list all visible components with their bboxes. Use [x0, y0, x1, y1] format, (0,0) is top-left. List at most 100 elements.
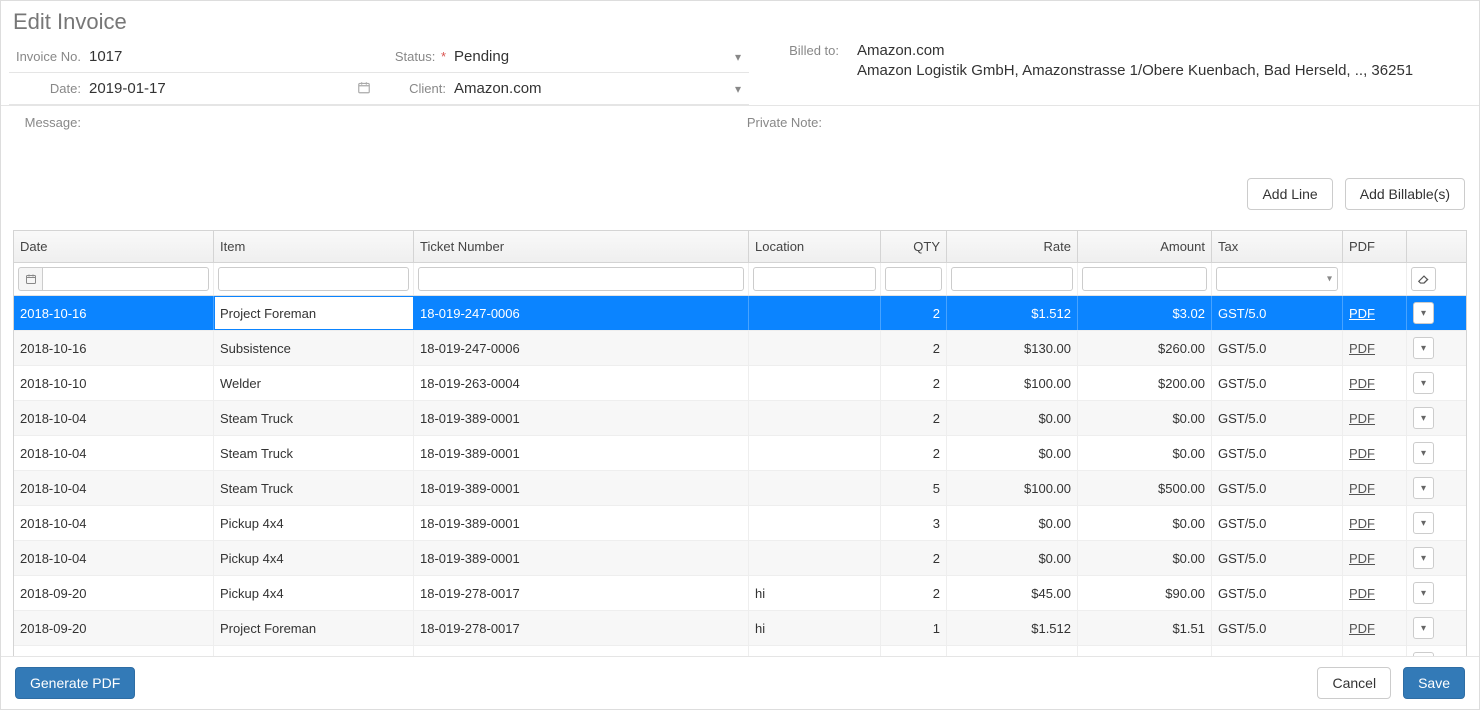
- cell-item: Subsistence: [214, 331, 414, 365]
- private-note-field[interactable]: [830, 112, 1471, 132]
- grid-row[interactable]: 2018-09-20Project Foreman18-019-278-0017…: [14, 611, 1466, 646]
- grid-row[interactable]: 2018-10-16Project Foreman18-019-247-0006…: [14, 296, 1466, 331]
- cell-ticket: 18-019-389-0001: [414, 401, 749, 435]
- filter-amount-input[interactable]: [1082, 267, 1207, 291]
- pdf-link[interactable]: PDF: [1349, 341, 1375, 356]
- cell-date: 2018-09-20: [14, 646, 214, 656]
- save-button[interactable]: Save: [1403, 667, 1465, 699]
- cell-pdf: PDF: [1343, 506, 1407, 540]
- filter-tax-select[interactable]: [1216, 267, 1338, 291]
- cell-qty: 3: [881, 506, 947, 540]
- filter-ticket-input[interactable]: [418, 267, 744, 291]
- cell-tax: GST/5.0: [1212, 471, 1343, 505]
- chevron-down-icon[interactable]: ▾: [735, 82, 741, 96]
- col-item[interactable]: Item: [214, 231, 414, 262]
- col-date[interactable]: Date: [14, 231, 214, 262]
- cell-location: [749, 331, 881, 365]
- cell-menu: ▾: [1407, 506, 1440, 540]
- cell-amount: $0.00: [1078, 506, 1212, 540]
- cell-amount: $90.00: [1078, 576, 1212, 610]
- billed-to-label: Billed to:: [769, 41, 839, 82]
- filter-rate-input[interactable]: [951, 267, 1073, 291]
- cell-location: [749, 366, 881, 400]
- pdf-link[interactable]: PDF: [1349, 376, 1375, 391]
- grid-row[interactable]: 2018-09-20Pickup 4x418-019-278-0017hi2$4…: [14, 576, 1466, 611]
- filter-qty-input[interactable]: [885, 267, 942, 291]
- col-tax[interactable]: Tax: [1212, 231, 1343, 262]
- cell-qty: 1: [881, 611, 947, 645]
- row-menu-button[interactable]: ▾: [1413, 617, 1434, 639]
- col-pdf[interactable]: PDF: [1343, 231, 1407, 262]
- grid-row[interactable]: 2018-10-04Pickup 4x418-019-389-00013$0.0…: [14, 506, 1466, 541]
- calendar-icon[interactable]: [357, 80, 371, 97]
- client-select[interactable]: [454, 76, 749, 101]
- cell-pdf: PDF: [1343, 366, 1407, 400]
- row-menu-button[interactable]: ▾: [1413, 512, 1434, 534]
- cell-amount: $0.00: [1078, 401, 1212, 435]
- cell-location: hi: [749, 611, 881, 645]
- add-billables-button[interactable]: Add Billable(s): [1345, 178, 1465, 210]
- cell-location: [749, 541, 881, 575]
- row-menu-button[interactable]: ▾: [1413, 372, 1434, 394]
- row-menu-button[interactable]: ▾: [1413, 547, 1434, 569]
- clear-filters-button[interactable]: [1411, 267, 1436, 291]
- row-menu-button[interactable]: ▾: [1413, 582, 1434, 604]
- row-menu-button[interactable]: ▾: [1413, 302, 1434, 324]
- row-menu-button[interactable]: ▾: [1413, 477, 1434, 499]
- cell-pdf: PDF: [1343, 331, 1407, 365]
- cell-menu: ▾: [1407, 436, 1440, 470]
- col-ticket[interactable]: Ticket Number: [414, 231, 749, 262]
- cell-pdf: PDF: [1343, 541, 1407, 575]
- col-location[interactable]: Location: [749, 231, 881, 262]
- message-field[interactable]: [89, 112, 740, 132]
- cell-rate: $0.00: [947, 506, 1078, 540]
- pdf-link[interactable]: PDF: [1349, 481, 1375, 496]
- chevron-down-icon[interactable]: ▾: [735, 50, 741, 64]
- pdf-link[interactable]: PDF: [1349, 411, 1375, 426]
- cell-tax: GST/5.0: [1212, 576, 1343, 610]
- cell-date: 2018-10-10: [14, 366, 214, 400]
- row-menu-button[interactable]: ▾: [1413, 442, 1434, 464]
- grid-row[interactable]: 2018-10-04Pickup 4x418-019-389-00012$0.0…: [14, 541, 1466, 576]
- filter-date-input[interactable]: [42, 267, 209, 291]
- col-qty[interactable]: QTY: [881, 231, 947, 262]
- grid-row[interactable]: 2018-10-10Welder18-019-263-00042$100.00$…: [14, 366, 1466, 401]
- pdf-link[interactable]: PDF: [1349, 446, 1375, 461]
- grid-row[interactable]: 2018-10-04Steam Truck18-019-389-00012$0.…: [14, 436, 1466, 471]
- cell-item: Project Foreman: [214, 611, 414, 645]
- row-menu-button[interactable]: ▾: [1413, 337, 1434, 359]
- generate-pdf-button[interactable]: Generate PDF: [15, 667, 135, 699]
- col-rate[interactable]: Rate: [947, 231, 1078, 262]
- filter-item-input[interactable]: [218, 267, 409, 291]
- cell-item: Subsistence: [214, 646, 414, 656]
- calendar-icon[interactable]: [18, 267, 42, 291]
- cell-item: Project Foreman: [214, 296, 414, 330]
- cell-location: hi: [749, 576, 881, 610]
- grid-row[interactable]: 2018-10-04Steam Truck18-019-389-00012$0.…: [14, 401, 1466, 436]
- grid-row[interactable]: 2018-09-20Subsistence18-019-278-0017hi1$…: [14, 646, 1466, 656]
- cell-rate: $0.00: [947, 436, 1078, 470]
- status-select[interactable]: [454, 44, 749, 69]
- pdf-link[interactable]: PDF: [1349, 621, 1375, 636]
- cell-amount: $1.51: [1078, 611, 1212, 645]
- pdf-link[interactable]: PDF: [1349, 306, 1375, 321]
- pdf-link[interactable]: PDF: [1349, 586, 1375, 601]
- add-line-button[interactable]: Add Line: [1247, 178, 1332, 210]
- cancel-button[interactable]: Cancel: [1317, 667, 1391, 699]
- cell-rate: $100.00: [947, 471, 1078, 505]
- cell-rate: $100.00: [947, 366, 1078, 400]
- col-amount[interactable]: Amount: [1078, 231, 1212, 262]
- invoice-no-input[interactable]: [89, 44, 379, 69]
- grid-row[interactable]: 2018-10-16Subsistence18-019-247-00062$13…: [14, 331, 1466, 366]
- pdf-link[interactable]: PDF: [1349, 516, 1375, 531]
- required-marker: *: [437, 49, 446, 64]
- grid-filter-row: [14, 263, 1466, 296]
- cell-ticket: 18-019-247-0006: [414, 296, 749, 330]
- row-menu-button[interactable]: ▾: [1413, 407, 1434, 429]
- cell-rate: $0.00: [947, 541, 1078, 575]
- grid-row[interactable]: 2018-10-04Steam Truck18-019-389-00015$10…: [14, 471, 1466, 506]
- date-input[interactable]: [89, 76, 379, 101]
- pdf-link[interactable]: PDF: [1349, 551, 1375, 566]
- message-label: Message:: [9, 112, 89, 132]
- filter-location-input[interactable]: [753, 267, 876, 291]
